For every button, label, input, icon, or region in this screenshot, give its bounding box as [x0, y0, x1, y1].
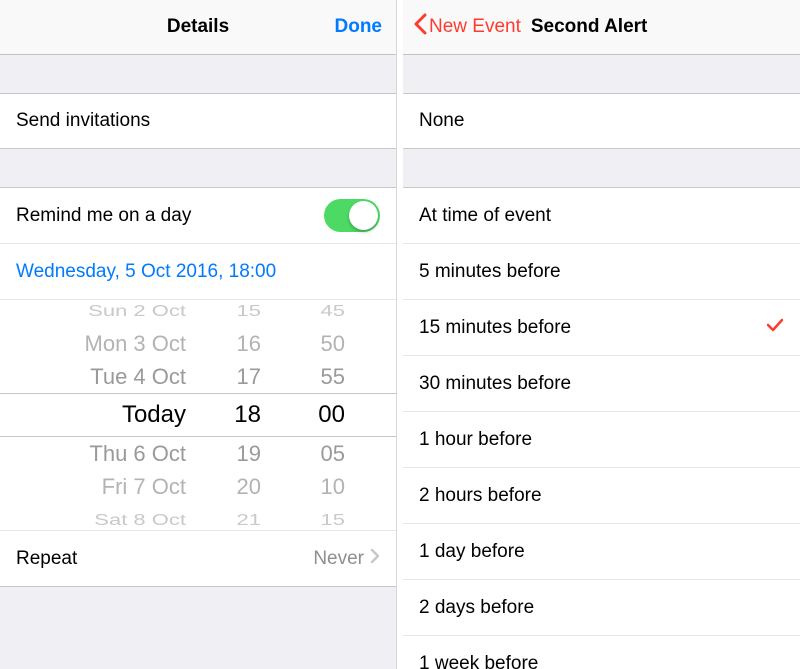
picker-hour-option[interactable]: 20 [237, 470, 261, 503]
send-invitations-label: Send invitations [16, 110, 150, 132]
date-summary: Wednesday, 5 Oct 2016, 18:00 [16, 261, 276, 283]
repeat-value-wrap: Never [313, 548, 380, 570]
spacer [403, 55, 800, 93]
remind-toggle-row[interactable]: Remind me on a day [0, 188, 396, 244]
picker-date-column[interactable]: Sun 2 Oct Mon 3 Oct Tue 4 Oct Today Thu … [18, 300, 186, 530]
alert-option-row[interactable]: 15 minutes before [403, 300, 800, 356]
alert-option-row[interactable]: 1 week before [403, 636, 800, 669]
send-invitations-row[interactable]: Send invitations [0, 93, 396, 149]
alert-options-list: At time of event 5 minutes before 15 minut… [403, 187, 800, 669]
picker-date-option[interactable]: Tue 4 Oct [90, 360, 186, 393]
picker-hour-option[interactable]: 16 [237, 327, 261, 360]
picker-min-option[interactable]: 10 [321, 470, 345, 503]
alert-option-row[interactable]: 30 minutes before [403, 356, 800, 412]
picker-hour-selected[interactable]: 18 [234, 393, 261, 437]
picker-date-option[interactable]: Mon 3 Oct [85, 327, 186, 360]
picker-min-option[interactable]: 50 [321, 327, 345, 360]
picker-date-option[interactable]: Fri 7 Oct [102, 470, 186, 503]
repeat-value: Never [313, 548, 364, 570]
chevron-right-icon [370, 548, 380, 570]
alert-option-label: 2 days before [419, 597, 534, 619]
picker-hour-option[interactable]: 17 [237, 360, 261, 393]
alert-option-label: 1 week before [419, 653, 538, 669]
alert-option-row[interactable]: 2 days before [403, 580, 800, 636]
alert-option-label: 5 minutes before [419, 261, 561, 283]
second-alert-pane: New Event Second Alert None At time of e… [403, 0, 800, 669]
remind-label: Remind me on a day [16, 205, 191, 227]
second-alert-navbar: New Event Second Alert [403, 0, 800, 55]
picker-date-option[interactable]: Sat 8 Oct [94, 508, 186, 530]
done-button[interactable]: Done [335, 16, 383, 38]
date-summary-row[interactable]: Wednesday, 5 Oct 2016, 18:00 [0, 244, 396, 300]
remind-toggle[interactable] [324, 199, 380, 232]
alert-option-label: 30 minutes before [419, 373, 571, 395]
spacer [0, 149, 396, 187]
alert-option-row[interactable]: 1 hour before [403, 412, 800, 468]
reminder-group: Remind me on a day Wednesday, 5 Oct 2016… [0, 187, 396, 587]
back-button[interactable]: New Event [417, 13, 521, 41]
alert-option-row[interactable]: 5 minutes before [403, 244, 800, 300]
picker-min-option[interactable]: 05 [321, 437, 345, 470]
details-navbar: Details Done [0, 0, 396, 55]
alert-option-label: At time of event [419, 205, 551, 227]
picker-date-selected[interactable]: Today [122, 393, 186, 437]
back-label: New Event [429, 16, 521, 38]
picker-min-option[interactable]: 45 [321, 300, 345, 322]
alert-option-row[interactable]: 2 hours before [403, 468, 800, 524]
picker-hour-column[interactable]: 15 16 17 18 19 20 21 [206, 300, 261, 530]
chevron-left-icon [417, 13, 429, 41]
alert-option-row[interactable]: 1 day before [403, 524, 800, 580]
alert-option-label: 15 minutes before [419, 317, 571, 339]
picker-min-option[interactable]: 15 [321, 508, 345, 530]
alert-none-row[interactable]: None [403, 93, 800, 149]
picker-date-option[interactable]: Thu 6 Oct [89, 437, 186, 470]
picker-minute-column[interactable]: 45 50 55 00 05 10 15 [290, 300, 345, 530]
alert-none-label: None [419, 110, 464, 132]
second-alert-title: Second Alert [531, 16, 648, 38]
alert-option-row[interactable]: At time of event [403, 188, 800, 244]
datetime-picker[interactable]: Sun 2 Oct Mon 3 Oct Tue 4 Oct Today Thu … [0, 300, 396, 530]
toggle-knob [349, 201, 378, 230]
picker-min-selected[interactable]: 00 [318, 393, 345, 437]
repeat-row[interactable]: Repeat Never [0, 530, 396, 586]
alert-option-label: 2 hours before [419, 485, 542, 507]
spacer [0, 55, 396, 93]
spacer [403, 149, 800, 187]
picker-hour-option[interactable]: 15 [237, 300, 261, 322]
alert-option-label: 1 day before [419, 541, 525, 563]
repeat-label: Repeat [16, 548, 77, 570]
alert-option-label: 1 hour before [419, 429, 532, 451]
picker-hour-option[interactable]: 19 [237, 437, 261, 470]
picker-min-option[interactable]: 55 [321, 360, 345, 393]
picker-date-option[interactable]: Sun 2 Oct [88, 300, 186, 322]
picker-hour-option[interactable]: 21 [237, 508, 261, 530]
details-pane: Details Done Send invitations Remind me … [0, 0, 397, 669]
checkmark-icon [766, 317, 784, 339]
